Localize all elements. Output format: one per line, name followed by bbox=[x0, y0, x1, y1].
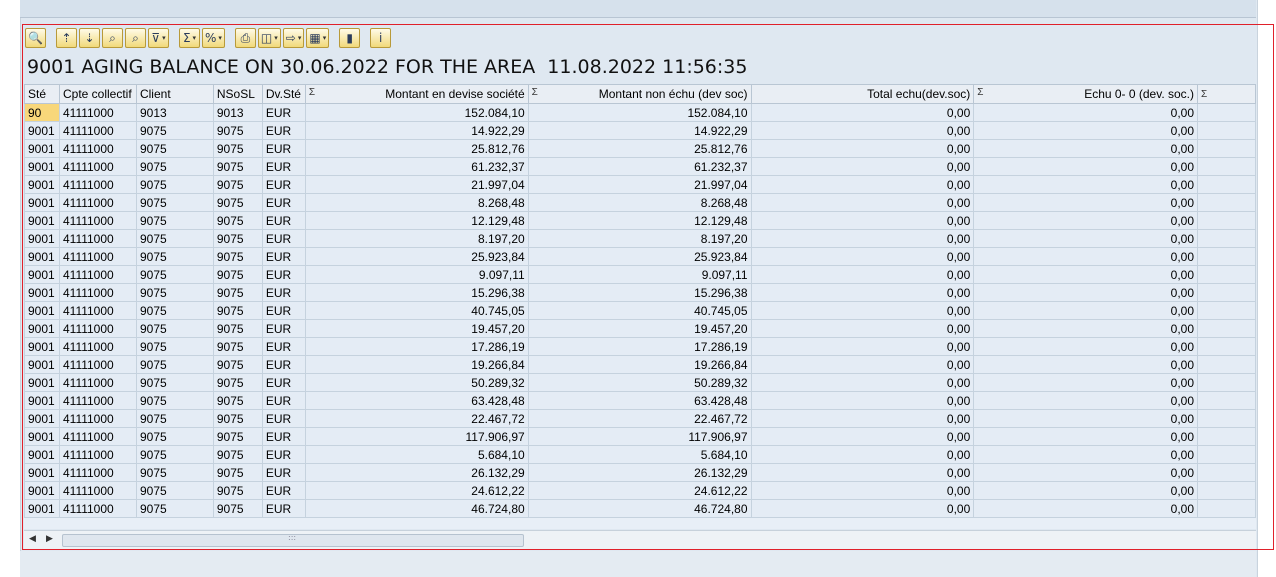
focus-frame bbox=[22, 24, 1274, 550]
bottom-area bbox=[20, 551, 1256, 577]
top-strip bbox=[20, 0, 1256, 18]
